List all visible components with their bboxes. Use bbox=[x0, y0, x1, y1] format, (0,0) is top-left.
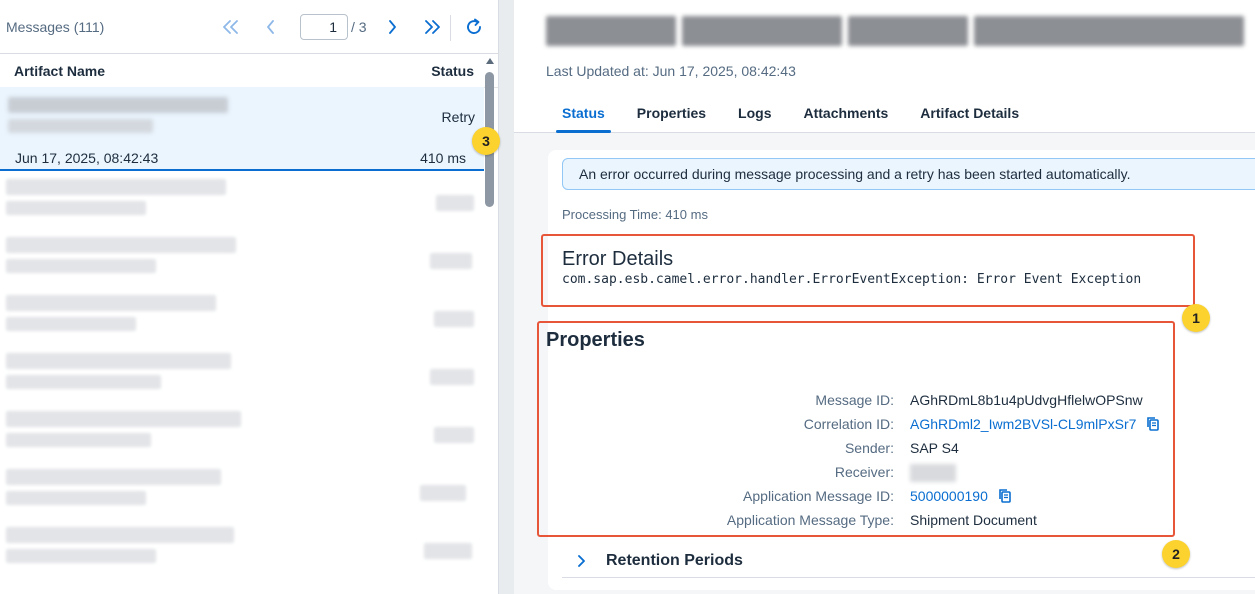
chevron-right-icon bbox=[578, 554, 585, 567]
refresh-icon bbox=[467, 18, 481, 34]
annotation-badge-1: 1 bbox=[1182, 304, 1210, 332]
list-item[interactable] bbox=[0, 233, 484, 291]
list-item[interactable] bbox=[0, 523, 484, 581]
list-item[interactable] bbox=[0, 291, 484, 349]
detail-header: Last Updated at: Jun 17, 2025, 08:42:43 … bbox=[514, 0, 1255, 133]
artifact-subtitle-redacted bbox=[8, 119, 153, 133]
list-item[interactable] bbox=[0, 175, 484, 233]
row-duration: 410 ms bbox=[420, 150, 466, 166]
list-item[interactable] bbox=[0, 349, 484, 407]
page-number-input[interactable] bbox=[300, 14, 348, 40]
tab-attachments[interactable]: Attachments bbox=[788, 95, 905, 133]
next-page-button[interactable] bbox=[377, 12, 407, 42]
pagination: / 3 bbox=[216, 0, 447, 54]
double-chevron-right-icon bbox=[424, 20, 440, 34]
properties-highlight bbox=[537, 321, 1175, 537]
chevron-left-icon bbox=[267, 20, 274, 34]
page-total: / 3 bbox=[351, 19, 367, 35]
list-item[interactable] bbox=[0, 407, 484, 465]
annotation-badge-2: 2 bbox=[1162, 540, 1190, 568]
chevron-right-icon bbox=[388, 20, 396, 34]
tab-artifact-details[interactable]: Artifact Details bbox=[904, 95, 1035, 133]
column-header-status[interactable]: Status bbox=[431, 63, 474, 79]
column-header-artifact[interactable]: Artifact Name bbox=[14, 63, 105, 79]
last-updated: Last Updated at: Jun 17, 2025, 08:42:43 bbox=[546, 63, 796, 79]
list-item[interactable] bbox=[0, 465, 484, 523]
detail-tabs: Status Properties Logs Attachments Artif… bbox=[546, 95, 1035, 133]
refresh-button[interactable] bbox=[459, 12, 489, 42]
message-list-pane: Messages (111) / 3 Artifact Name Status bbox=[0, 0, 499, 594]
messages-count: Messages (111) bbox=[6, 18, 105, 35]
processing-time: Processing Time: 410 ms bbox=[562, 207, 708, 222]
tab-logs[interactable]: Logs bbox=[722, 95, 787, 133]
row-status: Retry bbox=[441, 109, 475, 125]
info-message-strip: An error occurred during message process… bbox=[562, 158, 1255, 190]
retention-periods-toggle[interactable]: Retention Periods bbox=[562, 544, 1255, 578]
list-header: Artifact Name Status bbox=[0, 54, 498, 88]
selected-message-row[interactable]: Retry Jun 17, 2025, 08:42:43 410 ms bbox=[0, 87, 484, 171]
double-chevron-left-icon bbox=[223, 20, 238, 34]
tab-properties[interactable]: Properties bbox=[621, 95, 722, 133]
list-toolbar: Messages (111) / 3 bbox=[0, 0, 498, 54]
error-details-highlight bbox=[541, 234, 1195, 307]
artifact-name-redacted bbox=[8, 97, 228, 113]
artifact-title-redacted bbox=[546, 16, 1250, 52]
retention-periods-label: Retention Periods bbox=[606, 551, 743, 569]
annotation-badge-3: 3 bbox=[472, 127, 500, 155]
row-date: Jun 17, 2025, 08:42:43 bbox=[15, 150, 159, 166]
previous-page-button[interactable] bbox=[256, 12, 286, 42]
tab-status[interactable]: Status bbox=[546, 95, 621, 133]
toolbar-separator bbox=[450, 15, 451, 41]
last-page-button[interactable] bbox=[417, 12, 447, 42]
scroll-up-arrow[interactable] bbox=[486, 58, 494, 64]
info-message-text: An error occurred during message process… bbox=[579, 166, 1131, 182]
first-page-button[interactable] bbox=[216, 12, 246, 42]
